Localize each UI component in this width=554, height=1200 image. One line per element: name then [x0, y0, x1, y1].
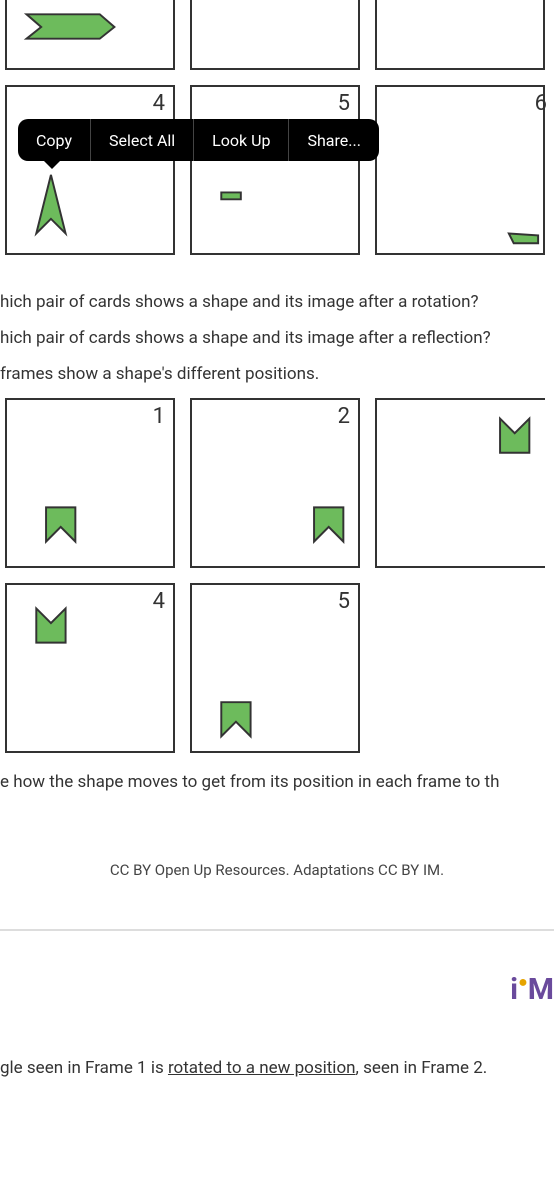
card-number: 2 [338, 404, 350, 429]
select-all-menu-item[interactable]: Select All [91, 119, 194, 161]
frame-card-4: 4 [5, 583, 175, 753]
question-reflection: hich pair of cards shows a shape and its… [0, 321, 554, 357]
shape-icon [221, 192, 241, 199]
card-4: 4 [5, 85, 175, 255]
frame-card-5: 5 [190, 583, 360, 753]
shape-icon [36, 175, 65, 234]
frame-row-2: 4 5 [0, 583, 554, 753]
shape-icon [27, 14, 115, 38]
logo-i: i [510, 972, 518, 1007]
card-number: 1 [153, 404, 165, 429]
frame-card-1: 1 [5, 398, 175, 568]
frame-card-2: 2 [190, 398, 360, 568]
card-number: 5 [338, 91, 350, 116]
im-logo: i●M [510, 972, 554, 1007]
shape-m-icon [221, 703, 250, 737]
copy-menu-item[interactable]: Copy [18, 119, 91, 161]
card-number: 6 [535, 91, 547, 116]
after-frames-text: e how the shape moves to get from its po… [0, 765, 554, 801]
question-rotation: hich pair of cards shows a shape and its… [0, 285, 554, 321]
attribution-text: CC BY Open Up Resources. Adaptations CC … [0, 861, 554, 879]
footer-suffix: , seen in Frame 2. [356, 1058, 488, 1078]
card [190, 0, 360, 70]
card-row-top-1 [0, 0, 554, 70]
frames-intro: frames show a shape's different position… [0, 357, 554, 393]
shape-m-icon [36, 609, 65, 643]
logo-m: M [528, 972, 554, 1007]
shape-m-icon [314, 508, 343, 542]
card-6: 6 [375, 85, 545, 255]
divider [0, 929, 554, 931]
card-number: 4 [153, 589, 165, 614]
shape-icon [509, 233, 538, 243]
shape-m-icon [500, 419, 529, 453]
frame-card-6 [375, 583, 545, 753]
look-up-menu-item[interactable]: Look Up [194, 119, 289, 161]
footer-prefix: gle seen in Frame 1 is [0, 1058, 168, 1078]
card [375, 0, 545, 70]
card-5: 5 [190, 85, 360, 255]
frame-row-1: 1 2 [0, 398, 554, 568]
card [5, 0, 175, 70]
card-row-top-2: 4 5 6 [0, 85, 554, 255]
card-number: 5 [338, 589, 350, 614]
footer-text: gle seen in Frame 1 is rotated to a new … [0, 1058, 487, 1078]
logo-dot-icon: ● [518, 972, 528, 991]
shape-m-icon [46, 508, 75, 542]
card-number: 4 [153, 91, 165, 116]
share-menu-item[interactable]: Share... [289, 119, 378, 161]
frame-card-3 [375, 398, 545, 568]
footer-underlined: rotated to a new position [168, 1058, 356, 1078]
context-menu: Copy Select All Look Up Share... [18, 119, 379, 161]
